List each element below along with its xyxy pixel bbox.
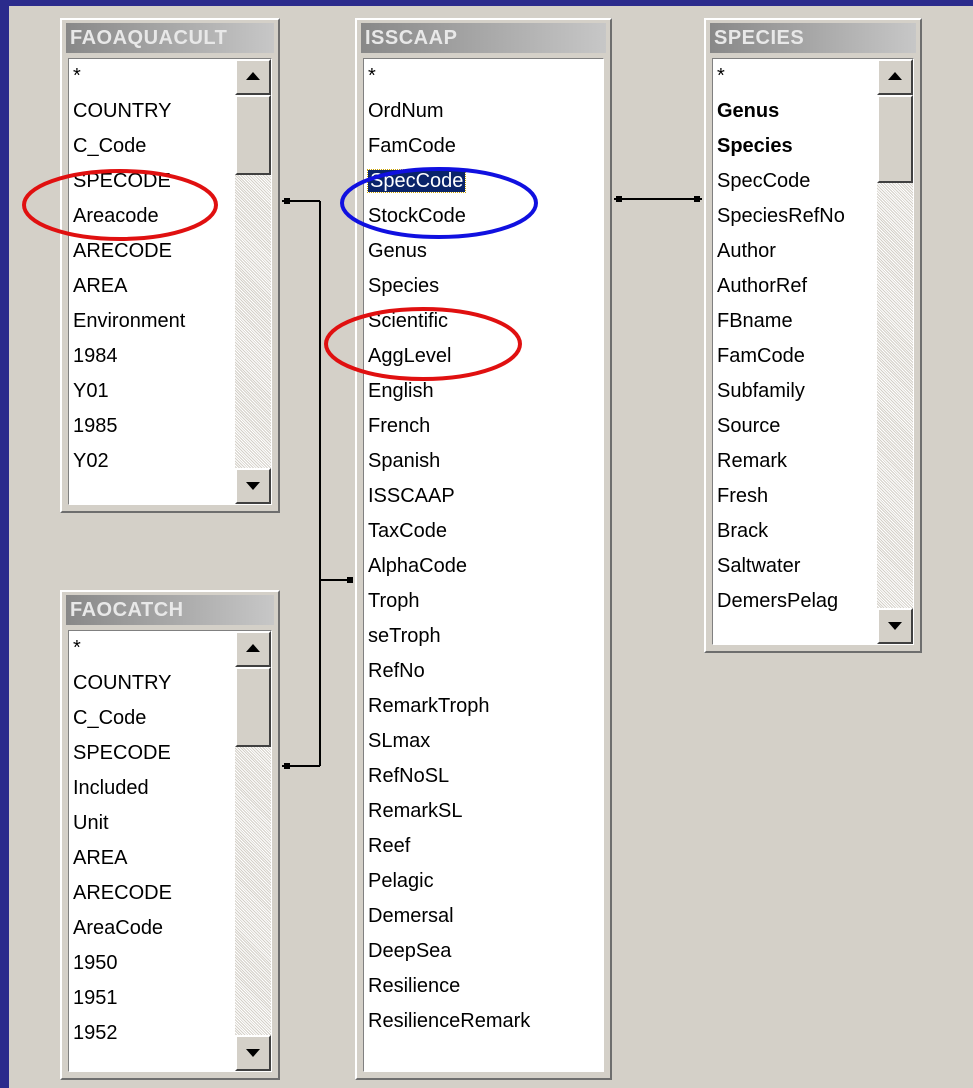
join-endpoint bbox=[694, 196, 700, 202]
join-endpoint bbox=[616, 196, 622, 202]
red-highlight-ellipse bbox=[324, 307, 522, 381]
join-endpoint bbox=[284, 763, 290, 769]
annotation-overlay bbox=[22, 167, 702, 769]
join-endpoint bbox=[284, 198, 290, 204]
blue-highlight-ellipse bbox=[340, 167, 538, 239]
join-endpoint bbox=[347, 577, 353, 583]
red-highlight-ellipse bbox=[22, 169, 218, 241]
